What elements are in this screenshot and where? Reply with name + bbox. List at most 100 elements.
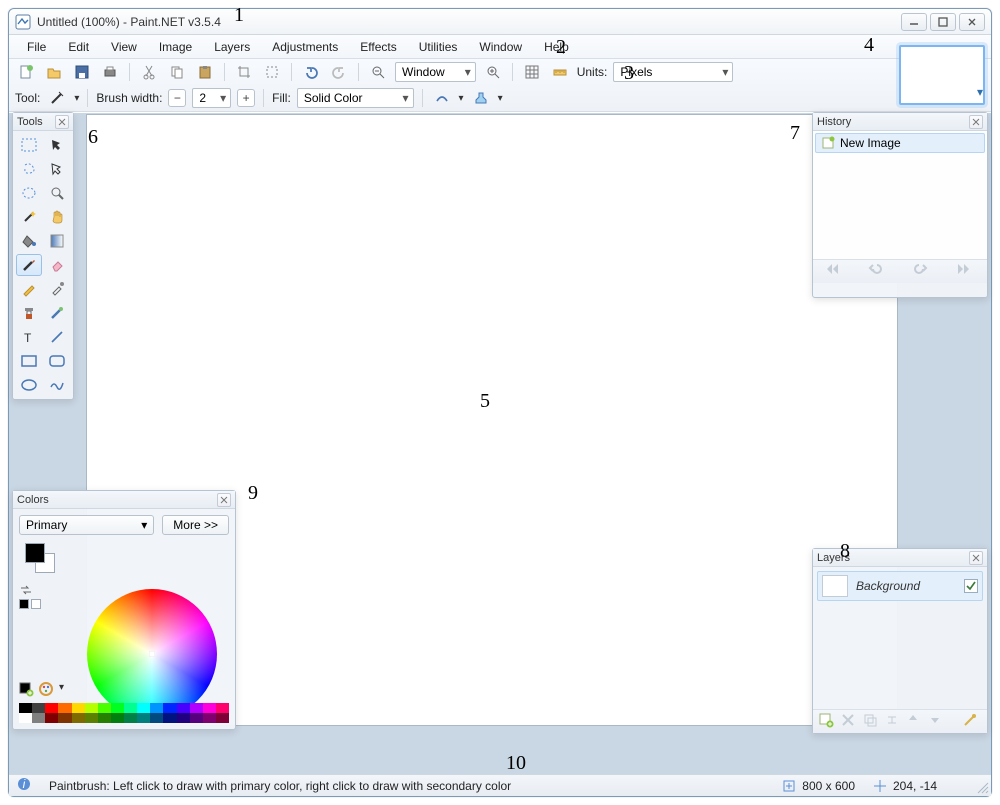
- antialias-drop-icon[interactable]: ▾: [459, 93, 464, 104]
- menu-window[interactable]: Window: [469, 37, 532, 57]
- tool-lasso-select[interactable]: [16, 158, 42, 180]
- close-icon[interactable]: [969, 115, 983, 129]
- brush-width-combo[interactable]: 2 ▾: [192, 88, 231, 108]
- print-icon[interactable]: [99, 61, 121, 83]
- annotation-4: 4: [864, 34, 874, 57]
- tool-line[interactable]: [44, 326, 70, 348]
- titlebar: Untitled (100%) - Paint.NET v3.5.4: [9, 9, 991, 35]
- tool-color-picker[interactable]: [44, 278, 70, 300]
- layer-duplicate-icon[interactable]: [863, 713, 881, 731]
- palette-row-2[interactable]: [19, 713, 229, 723]
- tool-magic-wand[interactable]: [16, 206, 42, 228]
- document-list-chevron-icon[interactable]: ▾: [971, 83, 989, 101]
- fill-combo[interactable]: Solid Color ▾: [297, 88, 414, 108]
- history-undo-icon[interactable]: [869, 263, 887, 281]
- history-panel-title: History: [817, 116, 969, 128]
- default-colors-icon[interactable]: [19, 599, 41, 609]
- zoom-in-icon[interactable]: [482, 61, 504, 83]
- palette-manage-icon[interactable]: [39, 682, 53, 699]
- crop-icon[interactable]: [233, 61, 255, 83]
- add-color-icon[interactable]: [19, 682, 33, 699]
- open-file-icon[interactable]: [43, 61, 65, 83]
- close-icon[interactable]: [969, 551, 983, 565]
- colors-primary-combo[interactable]: Primary▾: [19, 515, 154, 535]
- tool-gradient[interactable]: [44, 230, 70, 252]
- tool-recolor[interactable]: [44, 302, 70, 324]
- layer-visibility-checkbox[interactable]: [964, 579, 978, 593]
- undo-icon[interactable]: [300, 61, 322, 83]
- menu-image[interactable]: Image: [149, 37, 202, 57]
- maximize-button[interactable]: [930, 13, 956, 31]
- tool-rect-select[interactable]: [16, 134, 42, 156]
- menu-utilities[interactable]: Utilities: [409, 37, 468, 57]
- antialias-icon[interactable]: [431, 87, 453, 109]
- menu-adjustments[interactable]: Adjustments: [262, 37, 348, 57]
- annotation-5: 5: [480, 390, 490, 413]
- primary-color-swatch[interactable]: [25, 543, 45, 563]
- annotation-10: 10: [506, 752, 526, 775]
- tool-text[interactable]: T: [16, 326, 42, 348]
- palette-row-1[interactable]: [19, 703, 229, 713]
- tool-rounded-rect[interactable]: [44, 350, 70, 372]
- tool-drop-icon[interactable]: ▾: [74, 93, 79, 104]
- new-file-icon[interactable]: [15, 61, 37, 83]
- layer-item[interactable]: Background: [817, 571, 983, 601]
- menu-file[interactable]: File: [17, 37, 56, 57]
- brush-width-minus[interactable]: −: [168, 89, 186, 107]
- layer-delete-icon[interactable]: [841, 713, 859, 731]
- grid-icon[interactable]: [521, 61, 543, 83]
- chevron-down-icon: ▾: [403, 91, 409, 105]
- tool-ellipse[interactable]: [16, 374, 42, 396]
- toolbar: Window ▾ Units: Pixels ▾ Tool: ▾ Brush w…: [9, 59, 991, 112]
- colors-more-button[interactable]: More >>: [162, 515, 229, 535]
- menu-edit[interactable]: Edit: [58, 37, 99, 57]
- blend-drop-icon[interactable]: ▾: [498, 93, 503, 104]
- layer-add-icon[interactable]: [819, 713, 837, 731]
- tool-paintbrush[interactable]: [16, 254, 42, 276]
- layer-up-icon[interactable]: [907, 713, 925, 731]
- ruler-icon[interactable]: [549, 61, 571, 83]
- menu-effects[interactable]: Effects: [350, 37, 406, 57]
- status-bar: i Paintbrush: Left click to draw with pr…: [9, 774, 991, 796]
- zoom-out-icon[interactable]: [367, 61, 389, 83]
- menu-layers[interactable]: Layers: [204, 37, 260, 57]
- close-icon[interactable]: [217, 493, 231, 507]
- tool-pencil[interactable]: [16, 278, 42, 300]
- tool-rectangle[interactable]: [16, 350, 42, 372]
- menu-view[interactable]: View: [101, 37, 147, 57]
- color-swatch-pair[interactable]: [25, 543, 61, 579]
- resize-grip-icon[interactable]: [975, 780, 989, 794]
- cut-icon[interactable]: [138, 61, 160, 83]
- tool-pan[interactable]: [44, 206, 70, 228]
- blend-icon[interactable]: [470, 87, 492, 109]
- copy-icon[interactable]: [166, 61, 188, 83]
- history-nav: [813, 259, 987, 283]
- layer-merge-icon[interactable]: [885, 713, 903, 731]
- history-item[interactable]: New Image: [815, 133, 985, 153]
- tool-selector-icon[interactable]: [46, 87, 68, 109]
- tool-eraser[interactable]: [44, 254, 70, 276]
- tool-ellipse-select[interactable]: [16, 182, 42, 204]
- layer-properties-icon[interactable]: [963, 713, 981, 731]
- tool-move-selection[interactable]: [44, 134, 70, 156]
- tool-zoom[interactable]: [44, 182, 70, 204]
- close-icon[interactable]: [55, 115, 69, 129]
- tool-clone-stamp[interactable]: [16, 302, 42, 324]
- tool-paint-bucket[interactable]: [16, 230, 42, 252]
- zoom-mode-combo[interactable]: Window ▾: [395, 62, 476, 82]
- close-button[interactable]: [959, 13, 985, 31]
- history-ff-icon[interactable]: [956, 263, 974, 281]
- brush-width-plus[interactable]: +: [237, 89, 255, 107]
- palette-drop-icon[interactable]: ▾: [59, 682, 64, 699]
- save-icon[interactable]: [71, 61, 93, 83]
- swap-colors-icon[interactable]: [19, 583, 33, 600]
- tool-move-pixels[interactable]: [44, 158, 70, 180]
- history-rewind-icon[interactable]: [826, 263, 844, 281]
- layer-down-icon[interactable]: [929, 713, 947, 731]
- redo-icon[interactable]: [328, 61, 350, 83]
- deselect-icon[interactable]: [261, 61, 283, 83]
- paste-icon[interactable]: [194, 61, 216, 83]
- history-redo-icon[interactable]: [913, 263, 931, 281]
- minimize-button[interactable]: [901, 13, 927, 31]
- tool-freeform[interactable]: [44, 374, 70, 396]
